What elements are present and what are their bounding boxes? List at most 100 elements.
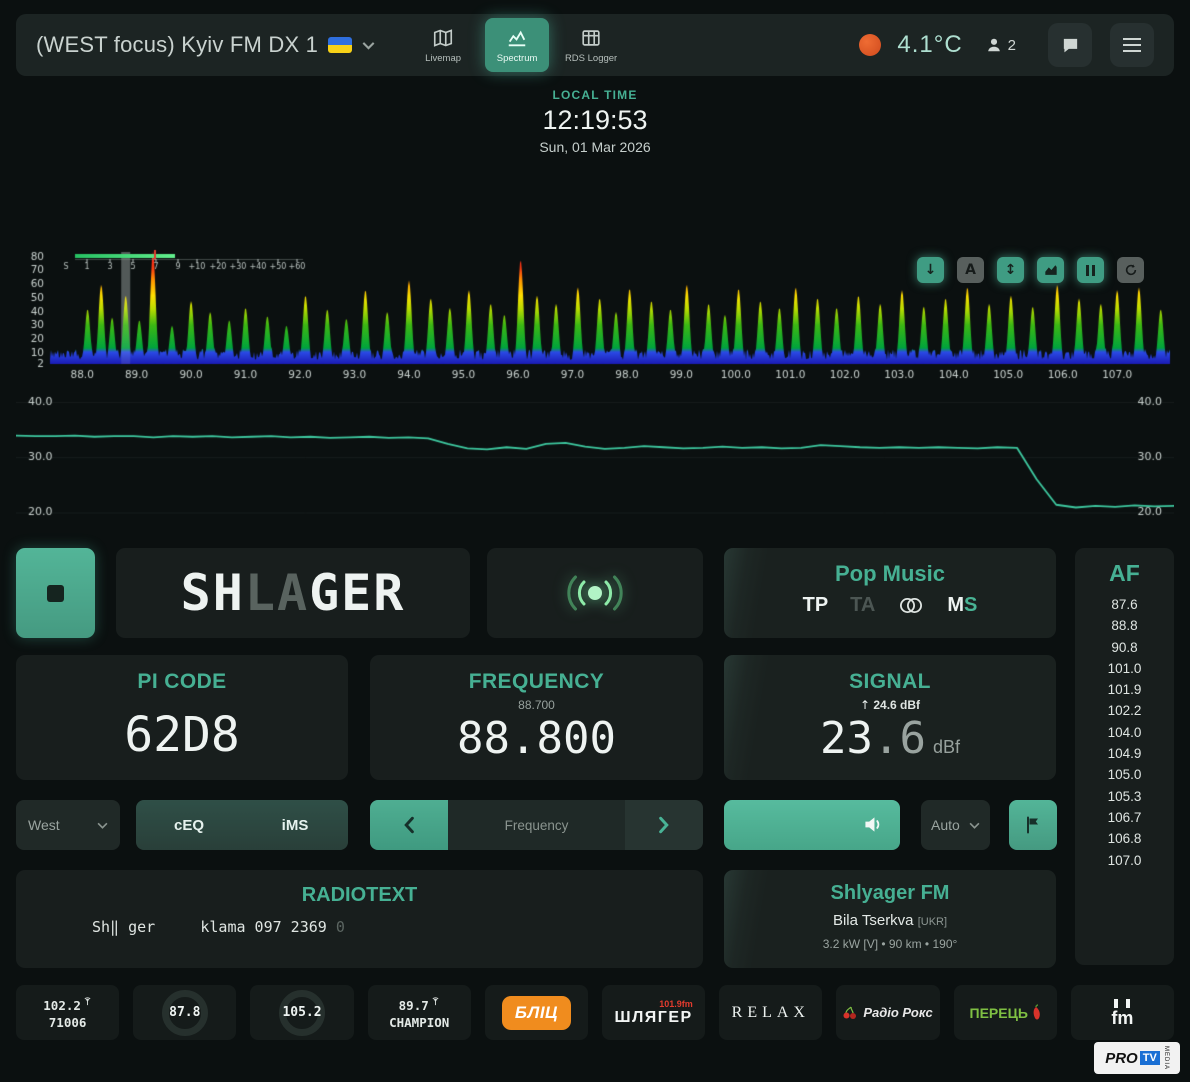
ta-flag: TA <box>850 594 876 616</box>
logo-frequency: 89.7 <box>398 997 429 1013</box>
local-time-date: Sun, 01 Mar 2026 <box>539 139 651 155</box>
nav-livemap[interactable]: Livemap <box>411 18 475 72</box>
spectrum-graph-mode-button[interactable] <box>1037 257 1064 283</box>
af-frequency[interactable]: 105.3 <box>1075 786 1174 807</box>
frequency-card: FREQUENCY 88.700 88.800 <box>370 655 703 780</box>
radiotext-content: Sh‖ ger klama 097 2369 0 <box>16 918 703 936</box>
signal-graph-panel <box>16 388 1174 526</box>
report-flag-button[interactable] <box>1009 800 1057 850</box>
fm-bars-icon <box>1114 998 1131 1008</box>
logo-frequency: 105.2 <box>282 1005 322 1020</box>
spectrum-autoscale-button[interactable]: A <box>957 257 984 283</box>
hamburger-icon <box>1123 38 1141 52</box>
signal-graph-canvas <box>16 388 1174 526</box>
audio-indicator-card <box>487 548 703 638</box>
pi-code-title: PI CODE <box>137 670 227 693</box>
frequency-down-button[interactable] <box>370 800 448 850</box>
af-frequency[interactable]: 102.2 <box>1075 700 1174 721</box>
af-frequency[interactable]: 101.0 <box>1075 658 1174 679</box>
station-logo-fm[interactable]: fm <box>1070 985 1175 1040</box>
tp-flag: TP <box>802 594 829 616</box>
signal-int: 23 <box>820 713 873 764</box>
tuner-name: (WEST focus) Kyiv FM DX 1 <box>36 32 319 57</box>
ps-segment: SH <box>180 564 245 622</box>
weather-icon <box>859 34 882 56</box>
antenna-icon <box>84 996 91 1005</box>
station-logo-878[interactable]: 87.8 <box>133 985 237 1040</box>
radiotext-text: Sh‖ ger klama 097 2369 <box>92 918 327 936</box>
frequency-up-button[interactable] <box>625 800 703 850</box>
nav-spectrum[interactable]: Spectrum <box>485 18 550 72</box>
header-right: 4.1°C 2 <box>859 23 1154 67</box>
audio-stop-button[interactable] <box>16 548 95 638</box>
logo-name: Радіо Рокс <box>863 1005 933 1020</box>
af-frequency[interactable]: 104.9 <box>1075 743 1174 764</box>
af-frequency[interactable]: 87.6 <box>1075 594 1174 615</box>
transmitter-details: 3.2 kW [V] • 90 km • 190° <box>822 937 958 951</box>
spectrum-vertical-scale-button[interactable]: ↕ <box>997 257 1024 283</box>
transmitter-city: Bila Tserkva <box>832 912 914 929</box>
logo-pi: 71006 <box>48 1014 87 1030</box>
station-logo-blits[interactable]: БЛІЦ <box>484 985 589 1040</box>
station-logo-relax[interactable]: RELAX <box>719 985 823 1040</box>
af-frequency[interactable]: 105.0 <box>1075 764 1174 785</box>
pi-code-value: 62D8 <box>124 707 240 763</box>
refresh-icon <box>1125 264 1136 276</box>
af-frequency[interactable]: 106.8 <box>1075 828 1174 849</box>
pause-icon <box>1086 264 1095 276</box>
spectrum-pause-button[interactable] <box>1077 257 1104 283</box>
nav-livemap-label: Livemap <box>425 52 462 64</box>
mode-select[interactable]: Auto <box>921 800 990 850</box>
af-frequency[interactable]: 106.7 <box>1075 807 1174 828</box>
local-time-value: 12:19:53 <box>542 105 648 135</box>
spectrum-refresh-button[interactable] <box>1117 257 1144 283</box>
protv-pro-text: PRO <box>1105 1049 1138 1067</box>
ceq-button[interactable]: cEQ <box>136 800 242 850</box>
genre-label: Pop Music <box>834 561 945 586</box>
autoscale-icon: A <box>965 262 976 278</box>
antenna-select[interactable]: West <box>16 800 120 850</box>
antenna-value: West <box>28 817 60 833</box>
af-frequency[interactable]: 90.8 <box>1075 637 1174 658</box>
chat-button[interactable] <box>1048 23 1092 67</box>
audio-signal-icon <box>567 575 623 611</box>
station-logo-1052[interactable]: 105.2 <box>250 985 354 1040</box>
station-logo-champion[interactable]: 89.7 CHAMPION <box>367 985 471 1040</box>
mode-value: Auto <box>931 817 960 833</box>
spectrum-hold-button[interactable]: ↓ <box>917 257 944 283</box>
chevron-down-icon <box>969 822 980 829</box>
spectrum-graph-icon <box>508 30 526 46</box>
tuner-selector[interactable]: (WEST focus) Kyiv FM DX 1 <box>36 32 375 58</box>
af-frequency[interactable]: 107.0 <box>1075 850 1174 871</box>
ims-button[interactable]: iMS <box>242 800 348 850</box>
local-time-label: LOCAL TIME <box>552 88 638 102</box>
station-logo-1022[interactable]: 102.2 71006 <box>16 985 120 1040</box>
station-logo-shlyager[interactable]: 101.9fm ШЛЯГЕР <box>602 985 706 1040</box>
af-frequency[interactable]: 101.9 <box>1075 679 1174 700</box>
af-frequency[interactable]: 88.8 <box>1075 615 1174 636</box>
flag-icon <box>1027 816 1038 834</box>
station-logo-radio-roks[interactable]: Радіо Рокс <box>836 985 940 1040</box>
radiotext-title: RADIOTEXT <box>301 884 418 906</box>
cherry-icon <box>843 1006 857 1019</box>
station-logo-perets[interactable]: ПЕРЕЦЬ <box>953 985 1057 1040</box>
protv-media-text: MEDIA <box>1162 1045 1169 1070</box>
ps-segment-dim: LA <box>244 564 310 622</box>
af-frequency[interactable]: 104.0 <box>1075 722 1174 743</box>
nav-rds-logger[interactable]: RDS Logger <box>559 18 623 72</box>
volume-slider[interactable] <box>724 800 900 850</box>
chevron-down-icon <box>97 822 108 829</box>
menu-button[interactable] <box>1110 23 1154 67</box>
logo-name: ШЛЯГЕР <box>614 1008 693 1026</box>
dsp-button-group: cEQ iMS <box>136 800 348 850</box>
transmitter-name: Shlyager FM <box>830 882 950 904</box>
af-list-card: AF 87.6 88.8 90.8 101.0 101.9 102.2 104.0 104.9… <box>1075 548 1174 965</box>
spectrum-panel: ↓ A ↕ <box>16 248 1174 382</box>
ps-segment: GER <box>309 564 406 622</box>
station-info-card: Pop Music TP TA MS <box>724 548 1056 638</box>
frequency-input[interactable] <box>448 800 625 850</box>
rds-flags: TP TA MS <box>724 594 1056 617</box>
main-nav: Livemap Spectrum RDS Logger <box>411 18 623 72</box>
protv-logo: PRO TV MEDIA <box>1094 1042 1180 1074</box>
logo-name: RELAX <box>731 1003 810 1021</box>
